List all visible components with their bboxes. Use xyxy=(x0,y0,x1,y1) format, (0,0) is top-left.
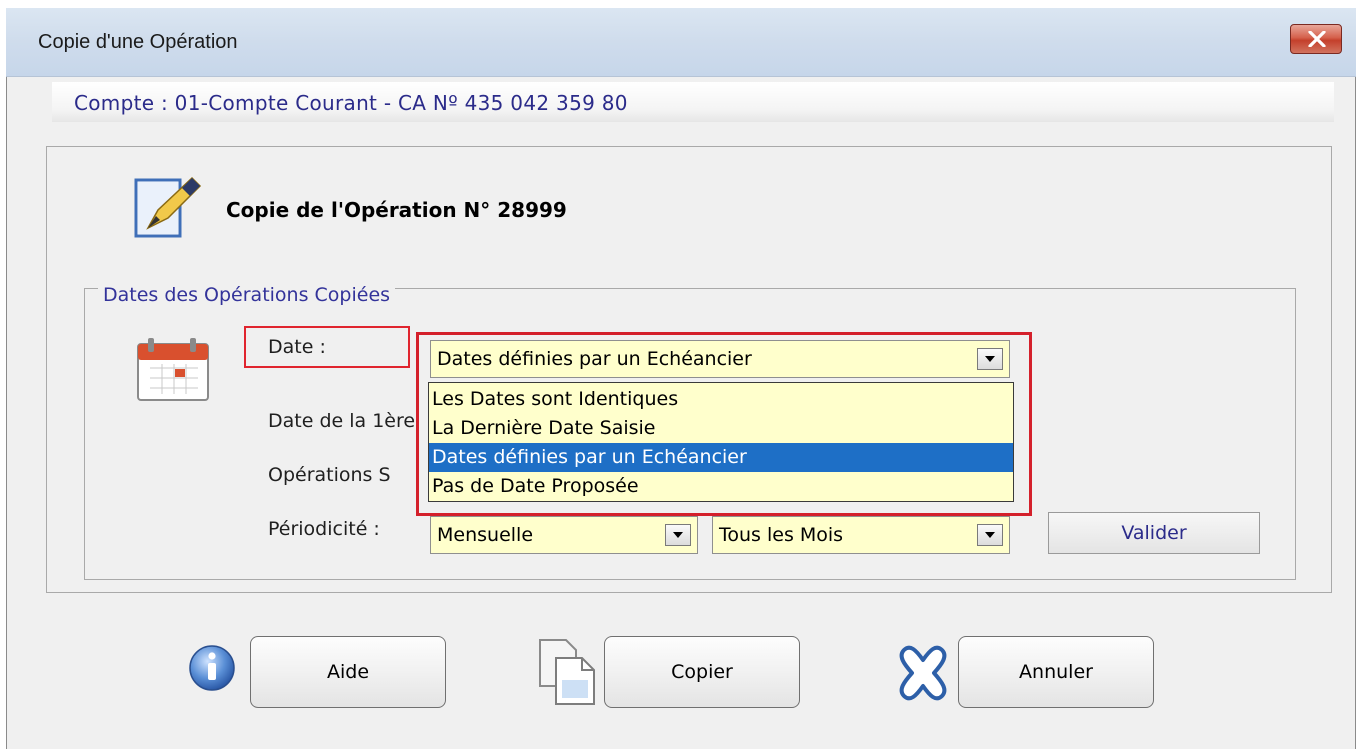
dropdown-highlight xyxy=(416,332,1032,516)
interval-value: Tous les Mois xyxy=(719,524,844,546)
first-date-label: Date de la 1ère xyxy=(268,410,416,432)
interval-combo[interactable]: Tous les Mois xyxy=(712,516,1010,554)
dates-group-legend: Dates des Opérations Copiées xyxy=(98,284,396,306)
info-icon xyxy=(189,645,235,691)
periodicity-label: Périodicité : xyxy=(268,518,380,540)
operation-heading: Copie de l'Opération N° 28999 xyxy=(226,198,567,222)
cancel-x-icon xyxy=(899,645,947,701)
chevron-down-icon[interactable] xyxy=(977,524,1003,546)
operations-label: Opérations S xyxy=(268,464,391,486)
account-strip: Compte : 01-Compte Courant - CA Nº 435 0… xyxy=(52,82,1334,122)
chevron-down-icon[interactable] xyxy=(665,524,691,546)
copy-button[interactable]: Copier xyxy=(604,636,800,708)
close-button[interactable] xyxy=(1290,24,1342,54)
title-bar: Copie d'une Opération xyxy=(6,8,1356,77)
validate-button[interactable]: Valider xyxy=(1048,512,1260,554)
calendar-icon xyxy=(137,338,209,401)
frequency-combo[interactable]: Mensuelle xyxy=(430,516,698,554)
date-label-highlight xyxy=(244,326,410,368)
close-icon xyxy=(1308,31,1326,47)
account-label: Compte : 01-Compte Courant - CA Nº 435 0… xyxy=(74,91,628,115)
copy-icon xyxy=(539,639,595,705)
pen-edit-icon xyxy=(134,176,202,238)
window-title: Copie d'une Opération xyxy=(38,31,238,53)
frequency-value: Mensuelle xyxy=(437,524,534,546)
cancel-button[interactable]: Annuler xyxy=(958,636,1154,708)
help-button[interactable]: Aide xyxy=(250,636,446,708)
